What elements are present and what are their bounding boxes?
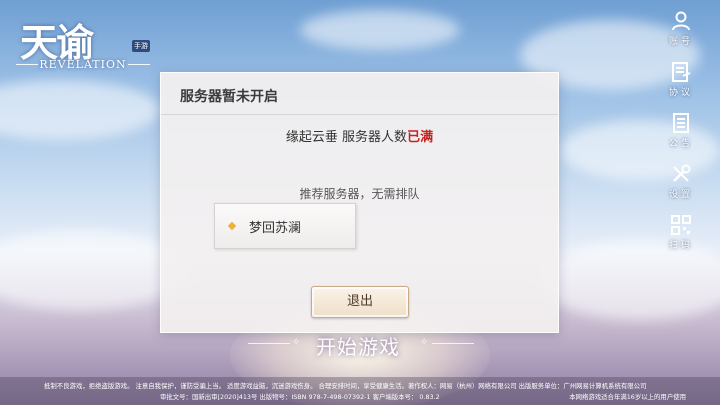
server-marker-icon xyxy=(227,221,237,231)
sidebar-label-settings: 设置 xyxy=(668,190,693,200)
start-ornament-right: ✧ xyxy=(420,337,429,348)
start-game-button[interactable]: ✧ 开始游戏 ✧ xyxy=(248,329,474,359)
sidebar-item-agreement[interactable]: 协议 xyxy=(666,61,696,109)
notice-icon xyxy=(673,113,689,133)
server-status-message: 缘起云垂 服务器人数已满 xyxy=(161,126,558,145)
footer-approval-info: 审批文号：国新出审[2020]413号 出版物号：ISBN 978-7-498-… xyxy=(160,393,440,401)
sidebar-item-settings[interactable]: 设置 xyxy=(666,163,696,211)
sidebar-item-account[interactable]: 账号 xyxy=(666,10,696,58)
start-line-right xyxy=(432,343,474,344)
dialog-header: 服务器暂未开启 xyxy=(161,73,558,115)
server-full-status: 已满 xyxy=(407,130,434,145)
sidebar-label-notice: 公告 xyxy=(668,139,693,149)
agreement-icon xyxy=(672,62,691,82)
qrcode-icon xyxy=(671,215,691,235)
logo-badge: 手游 xyxy=(132,40,150,52)
start-ornament-left: ✧ xyxy=(292,337,301,348)
exit-button[interactable]: 退出 xyxy=(311,286,409,318)
dialog-title: 服务器暂未开启 xyxy=(180,89,278,105)
side-menu: 账号 协议 公告 设置 扫码 xyxy=(666,10,696,265)
sidebar-item-qrcode[interactable]: 扫码 xyxy=(666,214,696,262)
server-status-text: 缘起云垂 服务器人数 xyxy=(285,130,408,145)
game-logo: 天谕 手游 REVELATION xyxy=(12,12,154,72)
account-icon xyxy=(672,11,690,31)
start-line-left xyxy=(248,343,290,344)
sidebar-label-account: 账号 xyxy=(668,37,693,47)
recommended-server-item[interactable]: 梦回苏澜 xyxy=(214,203,356,249)
footer-health-notice: 抵制不良游戏，拒绝盗版游戏。 注意自我保护，谨防受骗上当。 适度游戏益脑，沉迷游… xyxy=(44,382,647,390)
footer-age-notice: 本网络游戏适合年满16岁以上的用户使用 xyxy=(569,393,686,401)
recommended-server-name: 梦回苏澜 xyxy=(249,220,302,236)
settings-icon xyxy=(673,164,691,182)
legal-footer: 抵制不良游戏，拒绝盗版游戏。 注意自我保护，谨防受骗上当。 适度游戏益脑，沉迷游… xyxy=(0,377,720,405)
recommend-hint: 推荐服务器，无需排队 xyxy=(299,187,420,201)
logo-subtitle: REVELATION xyxy=(39,58,127,71)
sidebar-label-agreement: 协议 xyxy=(668,88,693,98)
sidebar-item-notice[interactable]: 公告 xyxy=(666,112,696,160)
start-game-label: 开始游戏 xyxy=(316,335,400,359)
sidebar-label-qrcode: 扫码 xyxy=(668,241,693,251)
server-closed-dialog: 服务器暂未开启 缘起云垂 服务器人数已满 推荐服务器，无需排队 梦回苏澜 退出 xyxy=(160,72,559,333)
